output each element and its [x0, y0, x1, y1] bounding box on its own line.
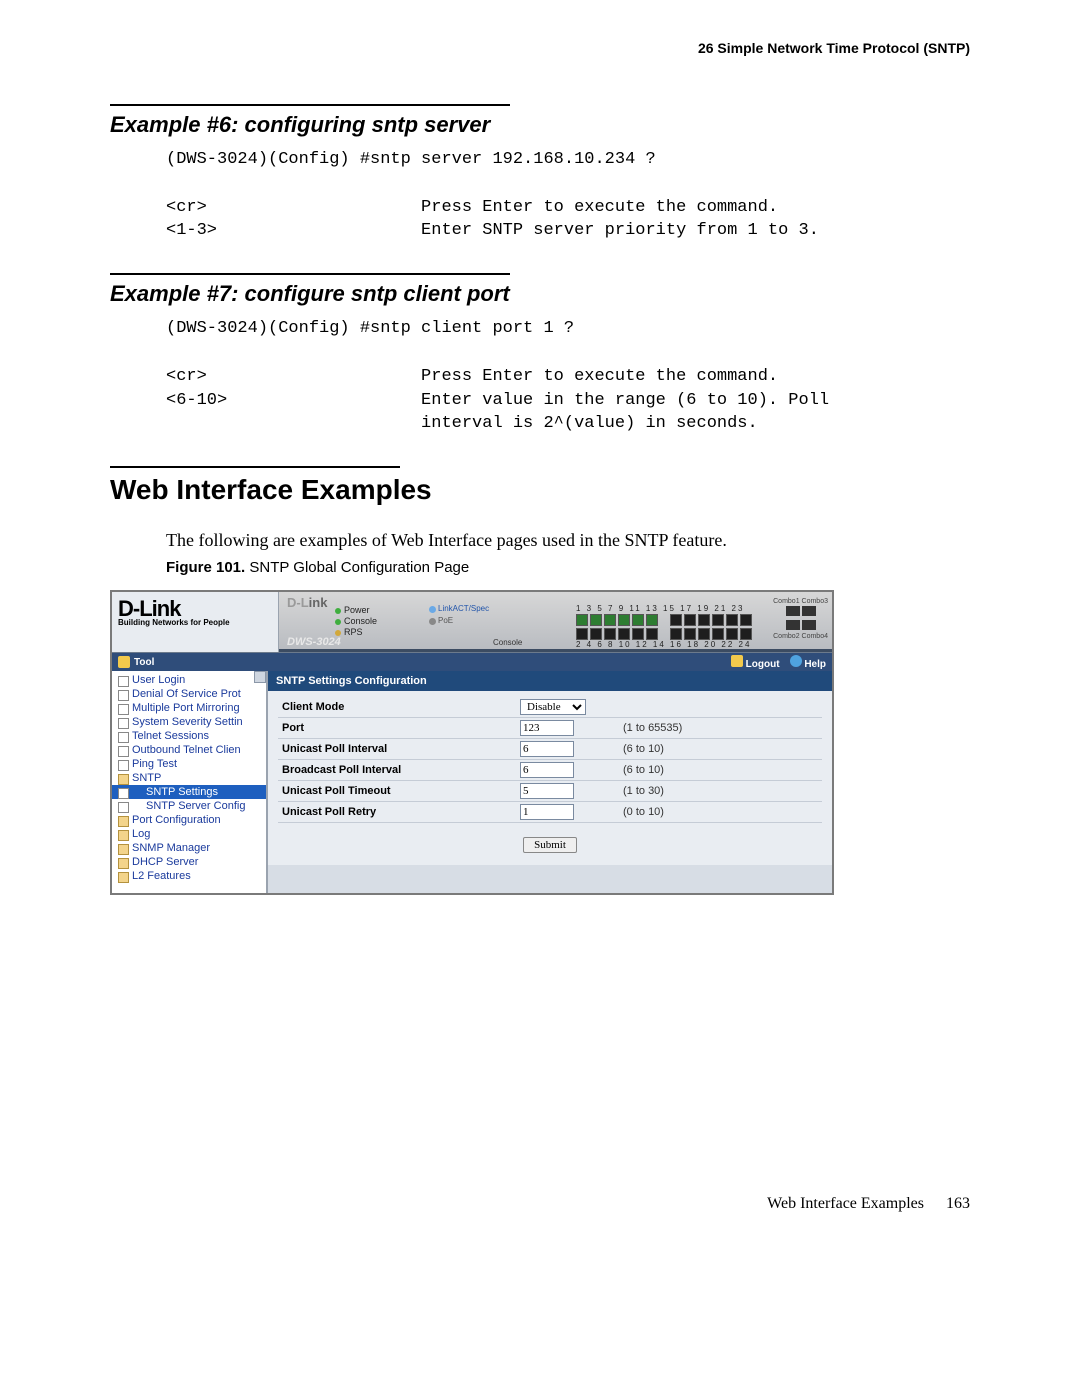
tree-item[interactable]: L2 Features [112, 869, 266, 883]
rule [110, 466, 400, 468]
example6-title: Example #6: configuring sntp server [110, 112, 970, 138]
setting-row: Broadcast Poll Interval (6 to 10) [278, 760, 822, 781]
tree-item[interactable]: Ping Test [112, 757, 266, 771]
logout-link[interactable]: Logout [746, 659, 780, 670]
tree-item[interactable]: SNMP Manager [112, 841, 266, 855]
tree-item[interactable]: SNTP Server Config [112, 799, 266, 813]
tree-item[interactable]: User Login [112, 673, 266, 687]
tree-item[interactable]: Multiple Port Mirroring [112, 701, 266, 715]
tree-item[interactable]: DHCP Server [112, 855, 266, 869]
setting-label: Client Mode [278, 697, 516, 718]
panel-title: SNTP Settings Configuration [268, 671, 832, 691]
setting-hint: (1 to 30) [619, 781, 822, 802]
settings-table: Client ModeDisablePort(1 to 65535)Unicas… [278, 697, 822, 823]
tool-icon[interactable] [118, 656, 130, 668]
setting-input[interactable] [520, 804, 574, 820]
setting-hint [619, 697, 822, 718]
logo-pane: D-Link Building Networks for People [112, 592, 279, 652]
combo-ports: Combo1 Combo3 Combo2 Combo4 [773, 598, 828, 640]
setting-row: Client ModeDisable [278, 697, 822, 718]
page-footer: Web Interface Examples 163 [110, 1195, 970, 1213]
setting-label: Unicast Poll Retry [278, 802, 516, 823]
poe-label: PoE [429, 616, 453, 625]
banner-brand: D-Link [287, 595, 327, 610]
tree-item[interactable]: Denial Of Service Prot [112, 687, 266, 701]
setting-input[interactable] [520, 783, 574, 799]
figure-caption: Figure 101. SNTP Global Configuration Pa… [166, 559, 970, 576]
setting-hint: (0 to 10) [619, 802, 822, 823]
footer-section: Web Interface Examples [767, 1195, 924, 1212]
tree-item[interactable]: SNTP [112, 771, 266, 785]
setting-label: Port [278, 718, 516, 739]
banner-leds: Power Console RPS [335, 605, 377, 638]
tree-item[interactable]: System Severity Settin [112, 715, 266, 729]
setting-label: Unicast Poll Timeout [278, 781, 516, 802]
help-icon[interactable] [790, 655, 802, 667]
help-link[interactable]: Help [804, 659, 826, 670]
setting-input[interactable] [520, 720, 574, 736]
device-model: DWS-3024 [287, 636, 341, 648]
setting-input[interactable] [520, 762, 574, 778]
link-label: LinkACT/Spec [429, 604, 489, 613]
toolbar: Tool Logout Help [112, 653, 832, 671]
running-head: 26 Simple Network Time Protocol (SNTP) [110, 40, 970, 56]
example7-title: Example #7: configure sntp client port [110, 281, 970, 307]
console-label: Console [493, 638, 522, 647]
setting-label: Broadcast Poll Interval [278, 760, 516, 781]
web-examples-heading: Web Interface Examples [110, 474, 970, 506]
tree-item[interactable]: Outbound Telnet Clien [112, 743, 266, 757]
setting-hint: (6 to 10) [619, 739, 822, 760]
setting-label: Unicast Poll Interval [278, 739, 516, 760]
tree-item[interactable]: Port Configuration [112, 813, 266, 827]
figure-num: Figure 101. [166, 559, 249, 576]
rule [110, 273, 510, 275]
port-strip: 1 3 5 7 9 11 13 15 17 19 21 23 2 4 6 8 1… [576, 604, 752, 650]
sntp-screenshot: D-Link Building Networks for People D-Li… [110, 590, 834, 895]
submit-button[interactable]: Submit [523, 837, 577, 853]
footer-page-number: 163 [946, 1195, 970, 1212]
example6-cli: (DWS-3024)(Config) #sntp server 192.168.… [166, 148, 970, 243]
rule [110, 104, 510, 106]
setting-hint: (6 to 10) [619, 760, 822, 781]
setting-input[interactable]: Disable [520, 699, 586, 715]
setting-row: Unicast Poll Retry (0 to 10) [278, 802, 822, 823]
setting-row: Unicast Poll Timeout (1 to 30) [278, 781, 822, 802]
nav-tree[interactable]: User LoginDenial Of Service ProtMultiple… [112, 671, 268, 893]
setting-input[interactable] [520, 741, 574, 757]
tree-item[interactable]: SNTP Settings [112, 785, 266, 799]
setting-hint: (1 to 65535) [619, 718, 822, 739]
web-intro: The following are examples of Web Interf… [166, 530, 970, 551]
device-banner: D-Link Power Console RPS LinkACT/Spec Po… [279, 592, 832, 652]
tool-menu[interactable]: Tool [134, 657, 154, 668]
logout-icon[interactable] [731, 655, 743, 667]
example7-cli: (DWS-3024)(Config) #sntp client port 1 ?… [166, 317, 970, 436]
figure-title: SNTP Global Configuration Page [249, 559, 469, 576]
setting-row: Unicast Poll Interval (6 to 10) [278, 739, 822, 760]
tree-item[interactable]: Log [112, 827, 266, 841]
setting-row: Port (1 to 65535) [278, 718, 822, 739]
brand-tagline: Building Networks for People [118, 618, 272, 627]
tree-item[interactable]: Telnet Sessions [112, 729, 266, 743]
